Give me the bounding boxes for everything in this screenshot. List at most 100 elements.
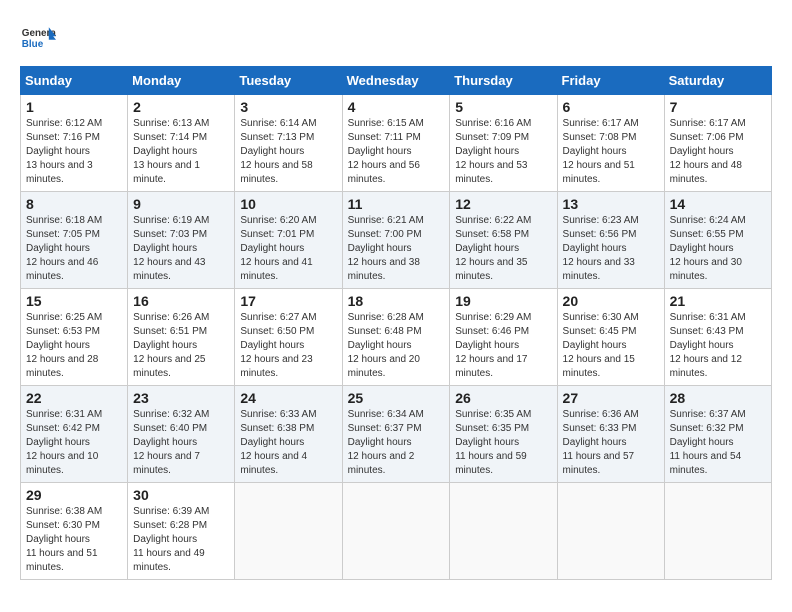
col-monday: Monday (128, 67, 235, 95)
table-row: 16 Sunrise: 6:26 AMSunset: 6:51 PMDaylig… (128, 289, 235, 386)
day-number: 30 (133, 487, 229, 503)
table-row: 6 Sunrise: 6:17 AMSunset: 7:08 PMDayligh… (557, 95, 664, 192)
day-number: 3 (240, 99, 336, 115)
col-saturday: Saturday (664, 67, 771, 95)
table-row: 9 Sunrise: 6:19 AMSunset: 7:03 PMDayligh… (128, 192, 235, 289)
day-number: 29 (26, 487, 122, 503)
table-row: 20 Sunrise: 6:30 AMSunset: 6:45 PMDaylig… (557, 289, 664, 386)
day-number: 7 (670, 99, 766, 115)
day-info: Sunrise: 6:23 AMSunset: 6:56 PMDaylight … (563, 215, 639, 282)
table-row: 26 Sunrise: 6:35 AMSunset: 6:35 PMDaylig… (450, 386, 557, 483)
day-number: 13 (563, 196, 659, 212)
day-info: Sunrise: 6:27 AMSunset: 6:50 PMDaylight … (240, 312, 316, 379)
table-row: 1 Sunrise: 6:12 AMSunset: 7:16 PMDayligh… (21, 95, 128, 192)
table-row: 13 Sunrise: 6:23 AMSunset: 6:56 PMDaylig… (557, 192, 664, 289)
header-row: Sunday Monday Tuesday Wednesday Thursday… (21, 67, 772, 95)
table-row: 11 Sunrise: 6:21 AMSunset: 7:00 PMDaylig… (342, 192, 450, 289)
table-row (450, 483, 557, 580)
day-info: Sunrise: 6:14 AMSunset: 7:13 PMDaylight … (240, 118, 316, 185)
day-number: 5 (455, 99, 551, 115)
table-row: 22 Sunrise: 6:31 AMSunset: 6:42 PMDaylig… (21, 386, 128, 483)
day-info: Sunrise: 6:32 AMSunset: 6:40 PMDaylight … (133, 409, 209, 476)
calendar-week-4: 22 Sunrise: 6:31 AMSunset: 6:42 PMDaylig… (21, 386, 772, 483)
col-friday: Friday (557, 67, 664, 95)
day-info: Sunrise: 6:12 AMSunset: 7:16 PMDaylight … (26, 118, 102, 185)
day-info: Sunrise: 6:37 AMSunset: 6:32 PMDaylight … (670, 409, 746, 476)
day-number: 10 (240, 196, 336, 212)
day-info: Sunrise: 6:13 AMSunset: 7:14 PMDaylight … (133, 118, 209, 185)
day-info: Sunrise: 6:24 AMSunset: 6:55 PMDaylight … (670, 215, 746, 282)
day-info: Sunrise: 6:17 AMSunset: 7:08 PMDaylight … (563, 118, 639, 185)
table-row: 21 Sunrise: 6:31 AMSunset: 6:43 PMDaylig… (664, 289, 771, 386)
table-row: 3 Sunrise: 6:14 AMSunset: 7:13 PMDayligh… (235, 95, 342, 192)
day-number: 19 (455, 293, 551, 309)
day-info: Sunrise: 6:31 AMSunset: 6:42 PMDaylight … (26, 409, 102, 476)
day-number: 22 (26, 390, 122, 406)
day-number: 11 (348, 196, 445, 212)
logo: General Blue (20, 20, 56, 56)
day-number: 18 (348, 293, 445, 309)
table-row: 2 Sunrise: 6:13 AMSunset: 7:14 PMDayligh… (128, 95, 235, 192)
table-row: 8 Sunrise: 6:18 AMSunset: 7:05 PMDayligh… (21, 192, 128, 289)
day-info: Sunrise: 6:22 AMSunset: 6:58 PMDaylight … (455, 215, 531, 282)
table-row: 30 Sunrise: 6:39 AMSunset: 6:28 PMDaylig… (128, 483, 235, 580)
day-info: Sunrise: 6:19 AMSunset: 7:03 PMDaylight … (133, 215, 209, 282)
table-row: 19 Sunrise: 6:29 AMSunset: 6:46 PMDaylig… (450, 289, 557, 386)
table-row: 29 Sunrise: 6:38 AMSunset: 6:30 PMDaylig… (21, 483, 128, 580)
day-number: 6 (563, 99, 659, 115)
page-header: General Blue (20, 20, 772, 56)
table-row: 18 Sunrise: 6:28 AMSunset: 6:48 PMDaylig… (342, 289, 450, 386)
table-row: 24 Sunrise: 6:33 AMSunset: 6:38 PMDaylig… (235, 386, 342, 483)
day-number: 21 (670, 293, 766, 309)
day-number: 15 (26, 293, 122, 309)
day-info: Sunrise: 6:16 AMSunset: 7:09 PMDaylight … (455, 118, 531, 185)
day-info: Sunrise: 6:25 AMSunset: 6:53 PMDaylight … (26, 312, 102, 379)
table-row: 17 Sunrise: 6:27 AMSunset: 6:50 PMDaylig… (235, 289, 342, 386)
col-sunday: Sunday (21, 67, 128, 95)
logo-icon: General Blue (20, 20, 56, 56)
day-number: 16 (133, 293, 229, 309)
day-number: 9 (133, 196, 229, 212)
day-info: Sunrise: 6:34 AMSunset: 6:37 PMDaylight … (348, 409, 424, 476)
day-info: Sunrise: 6:15 AMSunset: 7:11 PMDaylight … (348, 118, 424, 185)
day-number: 25 (348, 390, 445, 406)
col-tuesday: Tuesday (235, 67, 342, 95)
table-row: 4 Sunrise: 6:15 AMSunset: 7:11 PMDayligh… (342, 95, 450, 192)
table-row: 7 Sunrise: 6:17 AMSunset: 7:06 PMDayligh… (664, 95, 771, 192)
day-info: Sunrise: 6:36 AMSunset: 6:33 PMDaylight … (563, 409, 639, 476)
table-row: 25 Sunrise: 6:34 AMSunset: 6:37 PMDaylig… (342, 386, 450, 483)
day-number: 2 (133, 99, 229, 115)
day-number: 28 (670, 390, 766, 406)
day-number: 14 (670, 196, 766, 212)
day-info: Sunrise: 6:26 AMSunset: 6:51 PMDaylight … (133, 312, 209, 379)
day-info: Sunrise: 6:35 AMSunset: 6:35 PMDaylight … (455, 409, 531, 476)
table-row: 14 Sunrise: 6:24 AMSunset: 6:55 PMDaylig… (664, 192, 771, 289)
day-number: 27 (563, 390, 659, 406)
table-row (557, 483, 664, 580)
table-row (664, 483, 771, 580)
day-info: Sunrise: 6:33 AMSunset: 6:38 PMDaylight … (240, 409, 316, 476)
day-info: Sunrise: 6:39 AMSunset: 6:28 PMDaylight … (133, 506, 209, 573)
day-number: 12 (455, 196, 551, 212)
day-number: 8 (26, 196, 122, 212)
day-info: Sunrise: 6:21 AMSunset: 7:00 PMDaylight … (348, 215, 424, 282)
svg-text:Blue: Blue (22, 39, 44, 50)
day-number: 26 (455, 390, 551, 406)
day-info: Sunrise: 6:29 AMSunset: 6:46 PMDaylight … (455, 312, 531, 379)
day-info: Sunrise: 6:20 AMSunset: 7:01 PMDaylight … (240, 215, 316, 282)
day-info: Sunrise: 6:38 AMSunset: 6:30 PMDaylight … (26, 506, 102, 573)
day-info: Sunrise: 6:30 AMSunset: 6:45 PMDaylight … (563, 312, 639, 379)
col-thursday: Thursday (450, 67, 557, 95)
table-row: 12 Sunrise: 6:22 AMSunset: 6:58 PMDaylig… (450, 192, 557, 289)
table-row (342, 483, 450, 580)
table-row (235, 483, 342, 580)
calendar-table: Sunday Monday Tuesday Wednesday Thursday… (20, 66, 772, 580)
calendar-week-2: 8 Sunrise: 6:18 AMSunset: 7:05 PMDayligh… (21, 192, 772, 289)
table-row: 10 Sunrise: 6:20 AMSunset: 7:01 PMDaylig… (235, 192, 342, 289)
day-info: Sunrise: 6:18 AMSunset: 7:05 PMDaylight … (26, 215, 102, 282)
day-number: 4 (348, 99, 445, 115)
day-info: Sunrise: 6:31 AMSunset: 6:43 PMDaylight … (670, 312, 746, 379)
day-info: Sunrise: 6:28 AMSunset: 6:48 PMDaylight … (348, 312, 424, 379)
col-wednesday: Wednesday (342, 67, 450, 95)
table-row: 27 Sunrise: 6:36 AMSunset: 6:33 PMDaylig… (557, 386, 664, 483)
